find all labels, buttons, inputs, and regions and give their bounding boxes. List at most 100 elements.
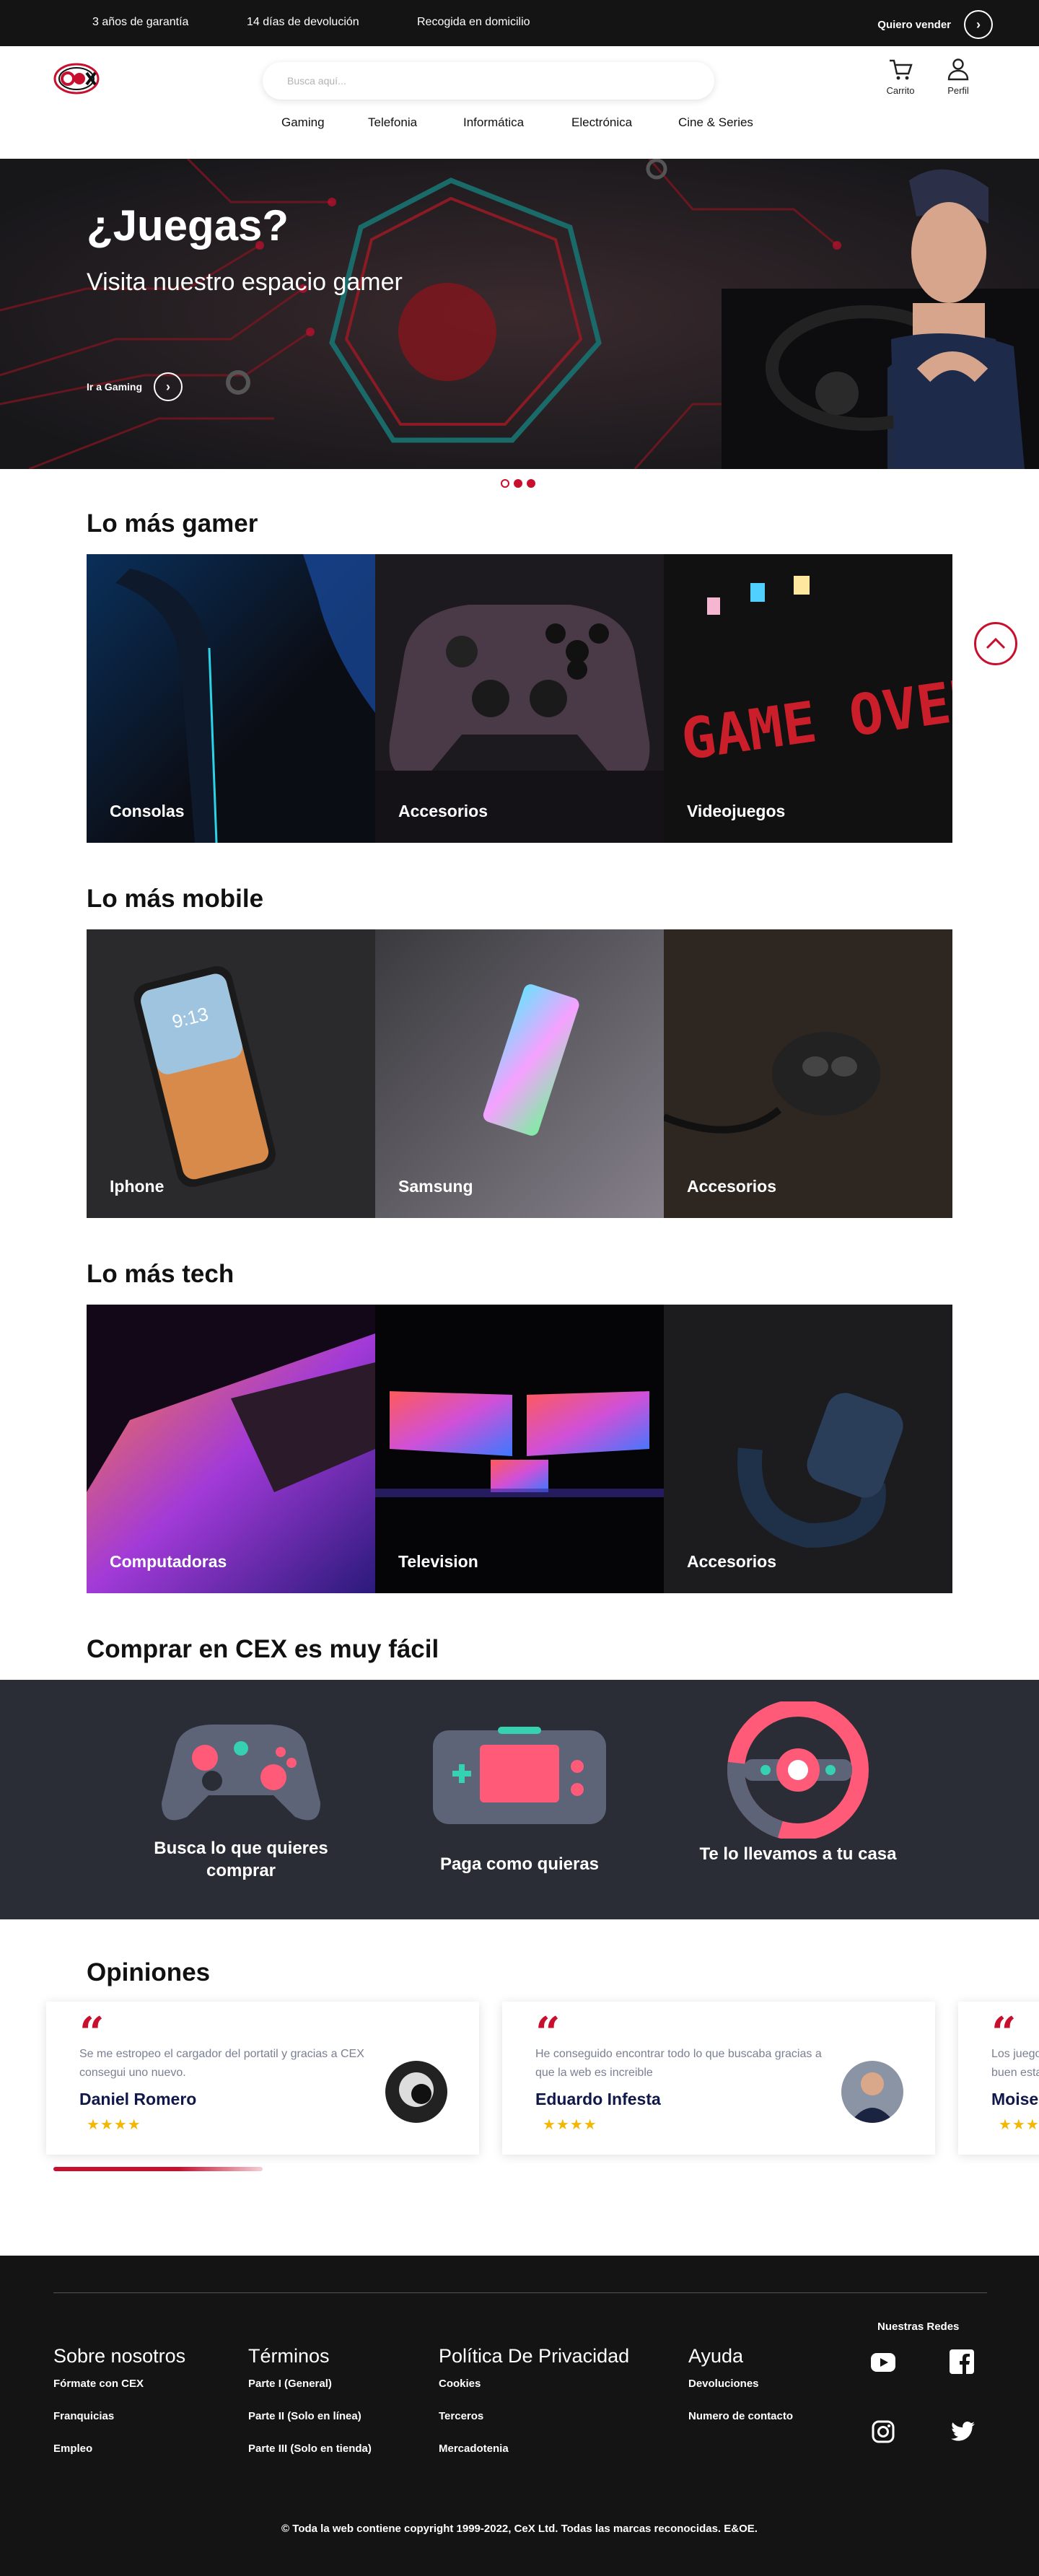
footer-col-title: Política De Privacidad xyxy=(439,2345,630,2367)
step-label: Paga como quieras xyxy=(439,1854,600,1874)
carousel-dot-1[interactable] xyxy=(501,479,509,488)
tile-label: Accesorios xyxy=(687,1552,777,1571)
step-delivery: Te lo llevamos a tu casa xyxy=(690,1701,906,1865)
step-pay: Paga como quieras xyxy=(411,1723,628,1875)
tile-label: Samsung xyxy=(398,1177,473,1196)
tile-iphone[interactable]: 9:13 Iphone xyxy=(87,929,375,1218)
tile-label: Videojuegos xyxy=(687,802,786,820)
profile-button[interactable]: Perfil xyxy=(937,58,980,96)
samsung-image xyxy=(375,929,664,1218)
footer-link[interactable]: Cookies xyxy=(439,2378,629,2390)
reviews-scroll-indicator[interactable] xyxy=(53,2167,263,2171)
footer-col-terms: Términos Parte I (General) Parte II (Sol… xyxy=(248,2345,372,2475)
footer-link[interactable]: Numero de contacto xyxy=(688,2410,793,2422)
promo-warranty: 3 años de garantía xyxy=(92,16,189,28)
section-title-gamer: Lo más gamer xyxy=(87,509,258,538)
nav-cine-series[interactable]: Cine & Series xyxy=(678,115,753,130)
gamepad-icon xyxy=(162,1724,320,1821)
promo-returns: 14 días de devolución xyxy=(247,16,359,28)
footer-link[interactable]: Franquicias xyxy=(53,2410,185,2422)
profile-label: Perfil xyxy=(947,85,969,96)
hero-cta[interactable]: Ir a Gaming › xyxy=(87,372,183,401)
search-input[interactable]: Busca aquí... xyxy=(263,62,714,100)
review-text: Se me estropeo el cargador del portatil … xyxy=(79,2048,364,2079)
review-author: Eduardo Infesta xyxy=(535,2090,661,2108)
user-icon xyxy=(947,58,969,81)
section-title-mobile: Lo más mobile xyxy=(87,885,264,913)
footer-link[interactable]: Terceros xyxy=(439,2410,629,2422)
review-author: Moises xyxy=(991,2090,1039,2108)
hero-cta-label: Ir a Gaming xyxy=(87,381,143,393)
tile-consolas[interactable]: Consolas xyxy=(87,554,375,843)
cex-logo[interactable] xyxy=(53,62,102,95)
review-text: Los juegos en buen estado, xyxy=(991,2048,1039,2079)
iphone-image: 9:13 xyxy=(87,929,375,1218)
footer-link[interactable]: Parte II (Solo en línea) xyxy=(248,2410,372,2422)
chevron-up-icon xyxy=(986,637,1006,649)
footer-link[interactable]: Empleo xyxy=(53,2443,185,2455)
footer-col-about: Sobre nosotros Fórmate con CEX Franquici… xyxy=(53,2345,185,2475)
footer: Sobre nosotros Fórmate con CEX Franquici… xyxy=(0,2256,1039,2576)
nav-telefonia[interactable]: Telefonia xyxy=(368,115,417,130)
tile-accesorios-mobile[interactable]: Accesorios xyxy=(664,929,952,1218)
chevron-right-icon[interactable]: › xyxy=(154,372,183,401)
tile-television[interactable]: Television xyxy=(375,1305,664,1593)
hero-subtitle: Visita nuestro espacio gamer xyxy=(87,268,403,296)
nav-electronica[interactable]: Electrónica xyxy=(571,115,632,130)
reviews-title: Opiniones xyxy=(87,1958,211,1986)
carousel-dot-3[interactable] xyxy=(527,479,535,488)
review-card: “ He conseguido encontrar todo lo que bu… xyxy=(502,2002,935,2155)
step-search: Busca lo que quieres comprar xyxy=(133,1709,349,1882)
instagram-icon[interactable] xyxy=(872,2420,895,2443)
social-title: Nuestras Redes xyxy=(877,2321,960,2333)
tile-computadoras[interactable]: Computadoras xyxy=(87,1305,375,1593)
promo-pickup: Recogida en domicilio xyxy=(417,16,530,28)
steps-band: Busca lo que quieres comprar Paga como q… xyxy=(0,1680,1039,1919)
tech-grid: Computadoras Television Accesorios xyxy=(87,1305,952,1593)
review-author: Daniel Romero xyxy=(79,2090,197,2108)
footer-link[interactable]: Fórmate con CEX xyxy=(53,2378,185,2390)
tile-accesorios-gamer[interactable]: Accesorios xyxy=(375,554,664,843)
footer-divider xyxy=(53,2292,987,2293)
carousel-dots xyxy=(501,479,535,488)
main-nav: Gaming Telefonia Informática Electrónica… xyxy=(0,115,1039,141)
header: Busca aquí... Carrito Perfil Gaming Tele… xyxy=(0,46,1039,159)
sell-link[interactable]: Quiero vender › xyxy=(877,10,993,39)
steering-wheel-icon xyxy=(727,1701,869,1839)
chevron-right-icon[interactable]: › xyxy=(964,10,993,39)
consoles-image xyxy=(87,554,375,843)
watch-image xyxy=(664,1305,952,1593)
hero-banner[interactable]: ¿Juegas? Visita nuestro espacio gamer Ir… xyxy=(0,159,1039,469)
monitors-image xyxy=(375,1305,664,1593)
step-label: Busca lo que quieres comprar xyxy=(154,1839,328,1881)
handheld-console-icon xyxy=(433,1727,606,1824)
youtube-icon[interactable] xyxy=(870,2352,896,2373)
top-bar: 3 años de garantía 14 días de devolución… xyxy=(0,0,1039,46)
nav-gaming[interactable]: Gaming xyxy=(281,115,325,130)
facebook-icon[interactable] xyxy=(950,2349,974,2374)
tile-videojuegos[interactable]: GAME OVER Videojuegos xyxy=(664,554,952,843)
footer-col-title: Ayuda xyxy=(688,2345,744,2367)
footer-col-help: Ayuda Devoluciones Numero de contacto xyxy=(688,2345,793,2443)
cart-icon xyxy=(890,59,913,80)
footer-link[interactable]: Mercadotenia xyxy=(439,2443,629,2455)
tile-label: Iphone xyxy=(110,1177,165,1196)
sell-label: Quiero vender xyxy=(877,18,951,31)
footer-col-title: Términos xyxy=(248,2345,330,2367)
tile-label: Accesorios xyxy=(398,802,488,820)
tile-label: Computadoras xyxy=(110,1552,227,1571)
footer-link[interactable]: Devoluciones xyxy=(688,2378,793,2390)
footer-col-title: Sobre nosotros xyxy=(53,2345,186,2367)
carousel-dot-2[interactable] xyxy=(514,479,522,488)
avatar xyxy=(385,2061,447,2123)
cart-button[interactable]: Carrito xyxy=(879,58,922,96)
twitter-icon[interactable] xyxy=(951,2422,976,2442)
scroll-top-button[interactable] xyxy=(974,622,1017,665)
nav-informatica[interactable]: Informática xyxy=(463,115,524,130)
tile-samsung[interactable]: Samsung xyxy=(375,929,664,1218)
tile-accesorios-tech[interactable]: Accesorios xyxy=(664,1305,952,1593)
footer-link[interactable]: Parte III (Solo en tienda) xyxy=(248,2443,372,2455)
tile-label: Television xyxy=(398,1552,478,1571)
footer-link[interactable]: Parte I (General) xyxy=(248,2378,372,2390)
section-title-tech: Lo más tech xyxy=(87,1260,234,1288)
